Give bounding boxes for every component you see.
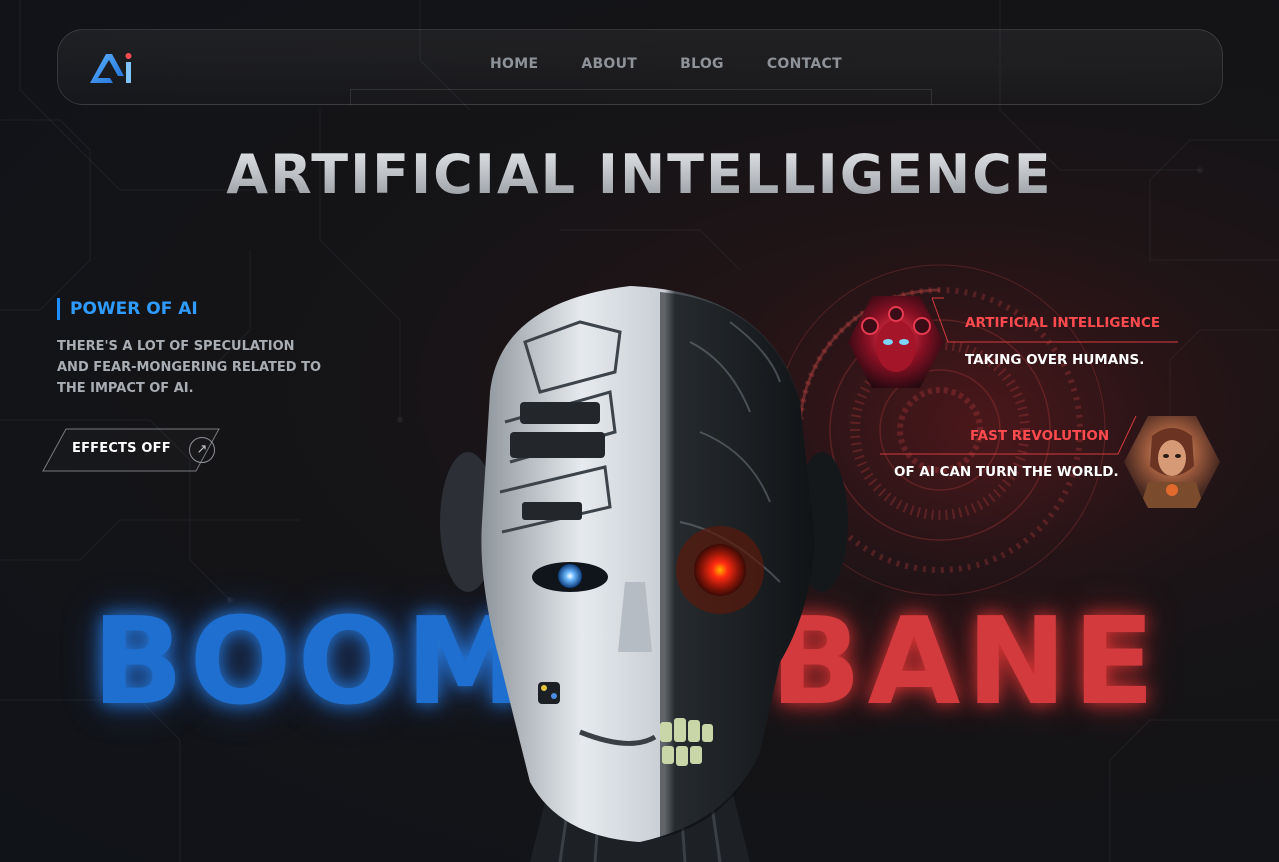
arrow-circle-icon: ↗ (189, 437, 215, 463)
navbar: HOME ABOUT BLOG CONTACT (57, 29, 1223, 105)
card-title: ARTIFICIAL INTELLIGENCE (965, 315, 1161, 331)
feature-card-ai: ARTIFICIAL INTELLIGENCE TAKING OVER HUMA… (848, 296, 1178, 392)
effects-off-button[interactable]: EFFECTS OFF ↗ (42, 428, 220, 472)
feature-card-revolution: FAST REVOLUTION OF AI CAN TURN THE WORLD… (880, 414, 1225, 514)
logo-icon[interactable] (88, 50, 134, 86)
power-heading: POWER OF AI (57, 298, 198, 320)
card-text: OF AI CAN TURN THE WORLD. (894, 464, 1119, 480)
hero-title: ARTIFICIAL INTELLIGENCE (0, 143, 1279, 206)
nav-links: HOME ABOUT BLOG CONTACT (490, 56, 842, 72)
card-text: TAKING OVER HUMANS. (965, 352, 1145, 368)
nav-link-home[interactable]: HOME (490, 56, 538, 72)
nav-underline-frame (350, 89, 932, 105)
power-description: THERE'S A LOT OF SPECULATION AND FEAR-MO… (57, 339, 322, 396)
effects-button-label: EFFECTS OFF (72, 441, 171, 456)
robot-head-image (440, 286, 848, 862)
card-title: FAST REVOLUTION (970, 428, 1110, 444)
nav-link-about[interactable]: ABOUT (581, 56, 637, 72)
nav-link-blog[interactable]: BLOG (680, 56, 724, 72)
nav-link-contact[interactable]: CONTACT (767, 56, 842, 72)
